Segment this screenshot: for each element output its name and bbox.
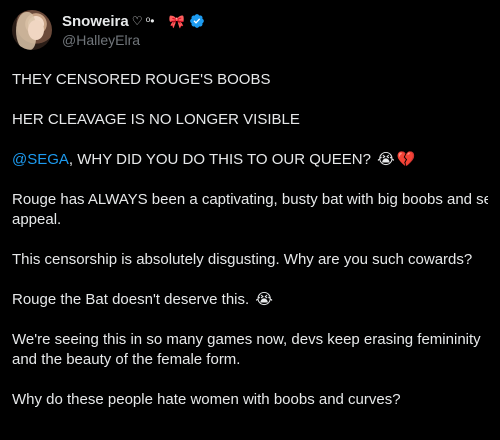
tweet-paragraph-8: Why do these people hate women with boob… [12, 391, 401, 408]
tweet-header: Snoweira ♡ ᵒ• 🎀 @HalleyElra [12, 10, 488, 62]
tweet-body: THEY CENSORED ROUGE'S BOOBS HER CLEAVAGE… [12, 70, 488, 410]
tweet-paragraph-4: Rouge has ALWAYS been a captivating, bus… [12, 190, 488, 230]
mention-link[interactable]: @SEGA [12, 151, 69, 168]
crying-face-emoji-2: 😭 [255, 291, 273, 308]
broken-heart-emoji: 💔 [396, 151, 416, 168]
paragraph-3-text: , WHY DID YOU DO THIS TO OUR QUEEN? [68, 151, 376, 168]
tweet-paragraph-2: HER CLEAVAGE IS NO LONGER VISIBLE [12, 111, 300, 128]
crying-face-emoji: 😭 [377, 151, 395, 168]
paragraph-4-line-1: Rouge has ALWAYS been a captivating, bus… [12, 191, 488, 208]
author-names: Snoweira ♡ ᵒ• 🎀 @HalleyElra [62, 12, 205, 48]
tweet-paragraph-7: We're seeing this in so many games now, … [12, 330, 488, 370]
avatar[interactable] [12, 10, 52, 50]
paragraph-6-text: Rouge the Bat doesn't deserve this. [12, 291, 254, 308]
verified-badge-icon[interactable] [189, 13, 205, 29]
paragraph-7-line-2: and the beauty of the female form. [12, 351, 241, 368]
bow-icon: 🎀 [168, 13, 185, 29]
name-row: Snoweira ♡ ᵒ• 🎀 [62, 12, 205, 30]
paragraph-7-line-1: We're seeing this in so many games now, … [12, 331, 481, 348]
name-symbols: ♡ ᵒ• [131, 14, 155, 28]
display-name[interactable]: Snoweira [62, 13, 129, 30]
tweet-paragraph-1: THEY CENSORED ROUGE'S BOOBS [12, 71, 271, 88]
tweet-paragraph-3: @SEGA, WHY DID YOU DO THIS TO OUR QUEEN?… [12, 150, 488, 170]
paragraph-4-line-2: appeal. [12, 211, 62, 228]
handle[interactable]: @HalleyElra [62, 32, 205, 48]
tweet-paragraph-5: This censorship is absolutely disgusting… [12, 251, 473, 268]
avatar-face [28, 20, 44, 40]
tweet: Snoweira ♡ ᵒ• 🎀 @HalleyElra THEY CENSORE… [0, 0, 500, 440]
tweet-paragraph-6: Rouge the Bat doesn't deserve this. 😭 [12, 290, 488, 310]
